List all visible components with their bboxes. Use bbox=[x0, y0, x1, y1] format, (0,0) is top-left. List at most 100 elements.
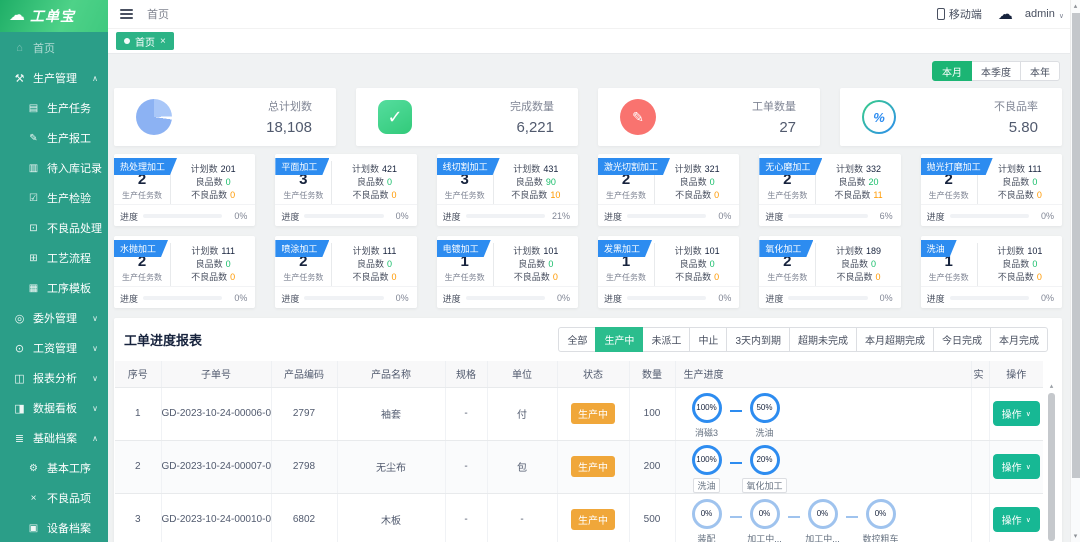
tab-home[interactable]: 首页 × bbox=[116, 32, 174, 50]
progress-step: 100% 洗油 bbox=[684, 445, 730, 493]
good-count: 0 bbox=[871, 258, 876, 270]
report-header: 工单进度报表 全部生产中未派工中止3天内到期超期未完成本月超期完成今日完成本月完… bbox=[114, 327, 1062, 352]
cell-order-number: GD-2023-10-24-00007-01 bbox=[161, 440, 271, 493]
sidebar-item-salary-management[interactable]: ⊙ 工资管理 ∨ bbox=[0, 333, 108, 363]
cell-progress: 0% 装配 0% 加工中... 0% 加工中... 0% 数控粗车 bbox=[675, 493, 971, 542]
progress-percent: 0% bbox=[711, 293, 731, 303]
sidebar: ☁ 工单宝 ⌂ 首页 ⚒ 生产管理 ∧ ▤ 生产任务 ✎ 生产报工 ▥ 待入库记… bbox=[0, 0, 108, 542]
task-count-label: 生产任务数 bbox=[114, 272, 170, 283]
sidebar-item-outsourcing-management[interactable]: ◎ 委外管理 ∨ bbox=[0, 303, 108, 333]
plan-count: 111 bbox=[383, 245, 397, 257]
progress-bar bbox=[466, 214, 545, 218]
filter-button[interactable]: 未派工 bbox=[642, 327, 690, 352]
sidebar-item-data-dashboard[interactable]: ◨ 数据看板 ∨ bbox=[0, 393, 108, 423]
plan-count: 321 bbox=[705, 163, 720, 175]
sidebar-item-process-template[interactable]: ▦ 工序模板 bbox=[0, 273, 108, 303]
filter-button[interactable]: 生产中 bbox=[595, 327, 643, 352]
good-count: 0 bbox=[710, 258, 715, 270]
sidebar-item-production-management[interactable]: ⚒ 生产管理 ∧ bbox=[0, 63, 108, 93]
stat-value: 6,221 bbox=[510, 119, 554, 136]
sidebar-item-home[interactable]: ⌂ 首页 bbox=[0, 33, 108, 63]
report-title: 工单进度报表 bbox=[124, 330, 202, 349]
sidebar-item-production-task[interactable]: ▤ 生产任务 bbox=[0, 93, 108, 123]
process-flow-icon: ⊞ bbox=[27, 253, 40, 264]
progress-percent: 6% bbox=[873, 211, 893, 221]
step-label: 数控粗车 bbox=[862, 532, 898, 542]
column-header: 产品名称 bbox=[337, 361, 445, 387]
progress-bar bbox=[950, 214, 1029, 218]
home-icon: ⌂ bbox=[13, 42, 26, 54]
production-report-icon: ✎ bbox=[27, 133, 40, 144]
app-root: ☁ 工单宝 ⌂ 首页 ⚒ 生产管理 ∧ ▤ 生产任务 ✎ 生产报工 ▥ 待入库记… bbox=[0, 0, 1080, 542]
production-inspection-icon: ☑ bbox=[27, 193, 40, 204]
progress-circle: 0% bbox=[692, 499, 722, 529]
content: 本月本季度本年 总计划数 18,108 ✓ 完成数量 6,221 ✎ 工单数量 … bbox=[108, 54, 1070, 542]
page-scrollbar[interactable]: ▴ ▾ bbox=[1070, 0, 1080, 542]
filter-button[interactable]: 今日完成 bbox=[933, 327, 991, 352]
column-header: 子单号 bbox=[161, 361, 271, 387]
process-card: 电镀加工 1 生产任务数 计划数101 良品数0 不良品数0 进度 0% bbox=[437, 236, 578, 308]
time-range-button[interactable]: 本季度 bbox=[971, 61, 1021, 81]
topbar: 首页 移动端 ☁ admin ∨ bbox=[108, 0, 1080, 28]
chevron-down-icon: ∨ bbox=[1026, 463, 1031, 471]
sidebar-item-equipment-archives[interactable]: ▣ 设备档案 bbox=[0, 513, 108, 542]
scroll-up-icon[interactable]: ▴ bbox=[1071, 2, 1080, 10]
good-count: 20 bbox=[868, 176, 878, 188]
cell-product-name: 木板 bbox=[337, 493, 445, 542]
table-scrollbar[interactable]: ▴ bbox=[1047, 382, 1056, 542]
close-icon[interactable]: × bbox=[160, 36, 166, 47]
sidebar-item-label: 工艺流程 bbox=[47, 250, 91, 266]
breadcrumb[interactable]: 首页 bbox=[147, 6, 169, 22]
process-card: 水抛加工 2 生产任务数 计划数111 良品数0 不良品数0 进度 0% bbox=[114, 236, 255, 308]
chevron-icon: ∨ bbox=[92, 374, 98, 383]
process-card-title: 喷涂加工 bbox=[275, 240, 329, 257]
process-card-title: 氧化加工 bbox=[759, 240, 813, 257]
progress-label: 进度 bbox=[281, 210, 299, 223]
sidebar-item-basic-process[interactable]: ⚙ 基本工序 bbox=[0, 453, 108, 483]
action-button[interactable]: 操作 ∨ bbox=[993, 454, 1040, 479]
progress-percent: 0% bbox=[227, 211, 247, 221]
sidebar-item-process-flow[interactable]: ⊞ 工艺流程 bbox=[0, 243, 108, 273]
filter-button[interactable]: 本月完成 bbox=[990, 327, 1048, 352]
username: admin bbox=[1025, 8, 1055, 20]
task-count-label: 生产任务数 bbox=[598, 272, 654, 283]
sidebar-item-basic-archives[interactable]: ≣ 基础档案 ∧ bbox=[0, 423, 108, 453]
time-range-button[interactable]: 本年 bbox=[1020, 61, 1060, 81]
column-header: 产品编码 bbox=[271, 361, 337, 387]
menu-toggle-icon[interactable] bbox=[118, 7, 135, 21]
check-icon: ✓ bbox=[378, 100, 412, 134]
sidebar-item-pending-inbound-record[interactable]: ▥ 待入库记录 bbox=[0, 153, 108, 183]
sidebar-item-defect-handling[interactable]: ⊡ 不良品处理 bbox=[0, 213, 108, 243]
step-label: 洗油 bbox=[755, 426, 773, 439]
task-count-label: 生产任务数 bbox=[921, 272, 977, 283]
filter-button[interactable]: 本月超期完成 bbox=[856, 327, 934, 352]
step-connector bbox=[846, 516, 858, 518]
sidebar-item-defect-items[interactable]: × 不良品项 bbox=[0, 483, 108, 513]
task-count-label: 生产任务数 bbox=[275, 190, 331, 201]
column-header: 实 bbox=[971, 361, 989, 387]
user-menu[interactable]: admin ∨ bbox=[1025, 8, 1064, 20]
scroll-up-icon[interactable]: ▴ bbox=[1047, 382, 1056, 390]
page-scrollbar-thumb[interactable] bbox=[1072, 13, 1080, 478]
action-button[interactable]: 操作 ∨ bbox=[993, 507, 1040, 532]
progress-label: 进度 bbox=[281, 292, 299, 305]
equipment-archives-icon: ▣ bbox=[27, 523, 40, 534]
filter-button[interactable]: 全部 bbox=[558, 327, 596, 352]
sidebar-item-report-analysis[interactable]: ◫ 报表分析 ∨ bbox=[0, 363, 108, 393]
cell-qty: 100 bbox=[629, 387, 675, 440]
filter-button[interactable]: 超期未完成 bbox=[789, 327, 857, 352]
sidebar-item-production-inspection[interactable]: ☑ 生产检验 bbox=[0, 183, 108, 213]
filter-button[interactable]: 中止 bbox=[689, 327, 727, 352]
mobile-link[interactable]: 移动端 bbox=[937, 6, 982, 22]
cell-action: 操作 ∨ bbox=[989, 440, 1043, 493]
table-scrollbar-thumb[interactable] bbox=[1048, 393, 1055, 541]
scroll-down-icon[interactable]: ▾ bbox=[1071, 532, 1080, 540]
filter-button[interactable]: 3天内到期 bbox=[726, 327, 790, 352]
sidebar-item-production-report[interactable]: ✎ 生产报工 bbox=[0, 123, 108, 153]
avatar-cloud-icon: ☁ bbox=[998, 5, 1013, 23]
time-range-button[interactable]: 本月 bbox=[932, 61, 972, 81]
task-count-label: 生产任务数 bbox=[759, 190, 815, 201]
sidebar-menu: ⌂ 首页 ⚒ 生产管理 ∧ ▤ 生产任务 ✎ 生产报工 ▥ 待入库记录 ☑ 生产… bbox=[0, 32, 108, 542]
action-button[interactable]: 操作 ∨ bbox=[993, 401, 1040, 426]
task-count-label: 生产任务数 bbox=[759, 272, 815, 283]
